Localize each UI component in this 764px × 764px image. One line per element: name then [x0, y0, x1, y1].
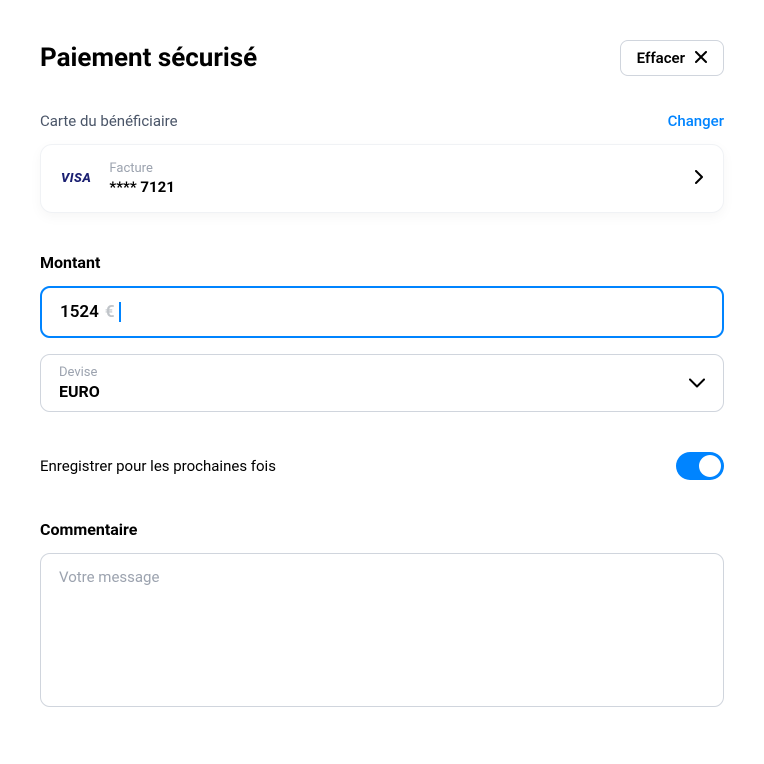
currency-select[interactable]: Devise EURO: [40, 354, 724, 412]
save-toggle-label: Enregistrer pour les prochaines fois: [40, 457, 276, 475]
clear-label: Effacer: [637, 49, 685, 67]
card-selector[interactable]: VISA Facture **** 7121: [40, 144, 724, 213]
amount-currency-symbol: €: [105, 302, 115, 322]
page-title: Paiement sécurisé: [40, 43, 257, 73]
amount-label: Montant: [40, 253, 724, 272]
toggle-knob: [699, 455, 721, 477]
comment-textarea[interactable]: [59, 568, 705, 688]
clear-button[interactable]: Effacer: [620, 40, 724, 76]
card-sublabel: Facture: [109, 161, 695, 176]
card-masked-number: **** 7121: [109, 178, 695, 196]
change-card-link[interactable]: Changer: [668, 112, 724, 130]
amount-value: 1524: [60, 302, 99, 322]
comment-label: Commentaire: [40, 520, 724, 539]
close-icon: [695, 50, 707, 66]
save-toggle[interactable]: [676, 452, 724, 480]
currency-select-label: Devise: [59, 365, 705, 380]
text-cursor: [119, 302, 121, 322]
card-info: Facture **** 7121: [109, 161, 695, 196]
visa-icon: VISA: [61, 171, 91, 186]
chevron-right-icon: [695, 169, 703, 188]
currency-select-value: EURO: [59, 382, 705, 401]
amount-input[interactable]: 1524 €: [40, 286, 724, 338]
comment-field-wrap: [40, 553, 724, 707]
card-section-label: Carte du bénéficiaire: [40, 112, 178, 130]
chevron-down-icon: [689, 374, 705, 393]
